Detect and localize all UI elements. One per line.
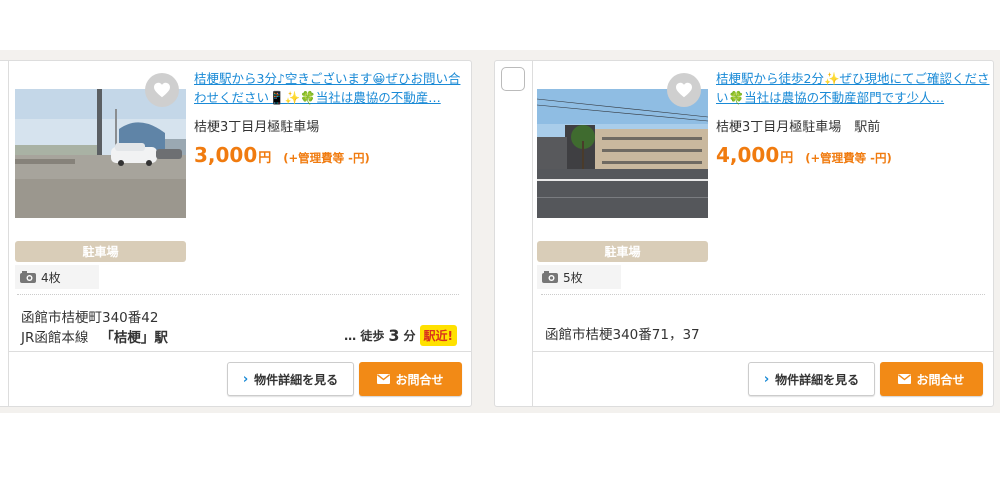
view-details-label: 物件詳細を見る [775,372,860,387]
listing-photo[interactable] [15,89,186,218]
contact-label: お問合せ [916,372,965,387]
price-amount: 4,000 [716,143,780,167]
card-footer: › 物件詳細を見る お問合せ [9,351,471,406]
select-checkbox[interactable] [501,67,525,91]
category-badge: 駐車場 [15,241,186,262]
walk-unit: 分 [403,329,416,343]
heart-icon [676,82,692,98]
listing-photo[interactable] [537,89,708,218]
lot-name: 桔梗3丁目月極駐車場 [194,120,320,135]
station-name: 「桔梗」駅 [100,330,168,346]
management-fee: (+管理費等 -円) [283,151,370,165]
address: 函館市桔梗340番71，37 [545,327,700,343]
camera-icon [542,271,558,283]
envelope-icon [377,374,391,384]
listing-card: 駐車場 5枚 桔梗駅から徒歩2分✨ぜひ現地にてご確認ください🍀当社は農協の不動産… [494,60,994,407]
divider [17,294,459,295]
view-details-button[interactable]: › 物件詳細を見る [748,362,875,396]
listing-area: 駐車場 4枚 桔梗駅から3分♪空きございます😀ぜひお問い合わせください📱✨🍀当社… [0,50,1000,413]
price: 4,000 円 (+管理費等 -円) [716,143,991,167]
parking-lot-photo [15,89,186,218]
walk-time: … 徒歩 3 分 駅近! [344,325,457,346]
price: 3,000 円 (+管理費等 -円) [194,143,464,167]
apartment-photo [537,89,708,218]
walk-minutes: 3 [388,326,400,345]
select-column [495,61,533,406]
price-unit: 円 [780,151,794,166]
photo-count-label: 5枚 [563,270,583,285]
listing-info: 桔梗駅から徒歩2分✨ぜひ現地にてご確認ください🍀当社は農協の不動産部門です少人…… [716,69,991,167]
price-amount: 3,000 [194,143,258,167]
contact-button[interactable]: お問合せ [359,362,462,396]
category-badge: 駐車場 [537,241,708,262]
favorite-button[interactable] [667,73,701,107]
card-footer: › 物件詳細を見る お問合せ [533,351,993,406]
listing-info: 桔梗駅から3分♪空きございます😀ぜひお問い合わせください📱✨🍀当社は農協の不動産… [194,69,464,167]
select-column [0,61,9,406]
contact-label: お問合せ [395,372,444,387]
listing-title-link[interactable]: 桔梗駅から3分♪空きございます😀ぜひお問い合わせください📱✨🍀当社は農協の不動産… [194,69,464,107]
photo-count[interactable]: 5枚 [537,265,621,289]
photo-count-label: 4枚 [41,270,61,285]
listing-card: 駐車場 4枚 桔梗駅から3分♪空きございます😀ぜひお問い合わせください📱✨🍀当社… [0,60,472,407]
station-access: JR函館本線 「桔梗」駅 [21,326,168,346]
contact-button[interactable]: お問合せ [880,362,983,396]
camera-icon [20,271,36,283]
envelope-icon [898,374,912,384]
walk-prefix: … 徒歩 [344,329,385,343]
chevron-right-icon: › [242,371,249,387]
price-unit: 円 [258,151,272,166]
management-fee: (+管理費等 -円) [805,151,892,165]
view-details-label: 物件詳細を見る [254,372,339,387]
view-details-button[interactable]: › 物件詳細を見る [227,362,354,396]
photo-count[interactable]: 4枚 [15,265,99,289]
listing-title-link[interactable]: 桔梗駅から徒歩2分✨ぜひ現地にてご確認ください🍀当社は農協の不動産部門です少人… [716,69,991,107]
address: 函館市桔梗町340番42 [21,310,159,326]
favorite-button[interactable] [145,73,179,107]
rail-line: JR函館本線 [21,330,89,346]
lot-name: 桔梗3丁目月極駐車場 駅前 [716,120,881,135]
chevron-right-icon: › [763,371,770,387]
near-station-badge: 駅近! [419,325,457,346]
divider [541,294,985,295]
heart-icon [154,82,170,98]
